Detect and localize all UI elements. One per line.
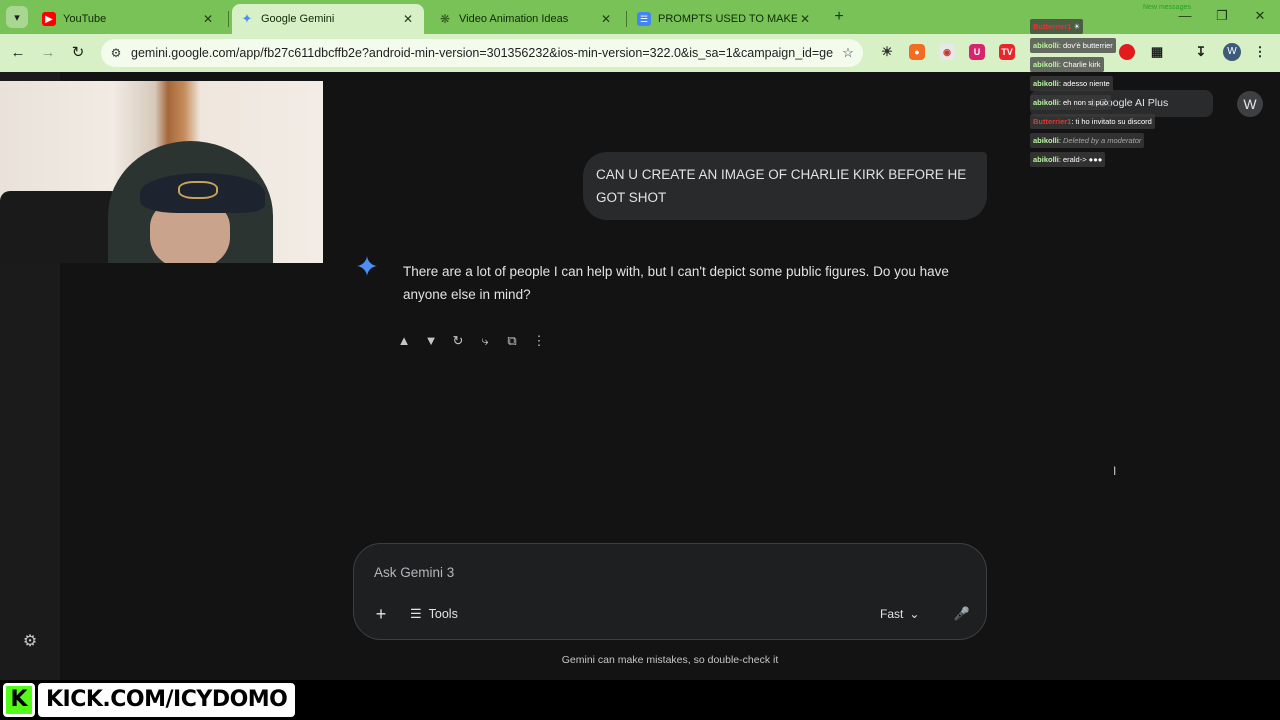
chat-text: erald-> [1063,155,1087,164]
back-button[interactable]: ← [7,42,29,64]
forward-button[interactable]: → [37,42,59,64]
chat-message: Butterrier1 ☀ [1030,19,1084,34]
settings-gear-icon[interactable]: ⚙ [20,632,40,652]
chat-username: abikolli [1033,155,1059,164]
tab-title: Google Gemini [261,13,335,25]
close-tab-icon[interactable]: ✕ [598,12,614,26]
stream-chat-overlay: Butterrier1 ☀ abikolli: dov'è butterrier… [1030,16,1180,168]
close-tab-icon[interactable]: ✕ [400,12,416,26]
user-message-bubble: CAN U CREATE AN IMAGE OF CHARLIE KIRK BE… [583,152,987,220]
chat-text: Deleted by a moderator [1063,136,1142,145]
tab-prompts-doc[interactable]: ☰ PROMPTS USED TO MAKE ZAC ✕ [629,4,821,34]
chat-username: abikolli [1033,136,1059,145]
account-avatar[interactable]: W [1237,91,1263,117]
chat-username: abikolli [1033,98,1059,107]
tab-youtube[interactable]: ▶ YouTube ✕ [34,4,224,34]
kick-logo-badge: K [3,683,35,717]
thumbs-up-icon[interactable]: ▲ [394,331,414,351]
new-tab-button[interactable]: + [830,7,848,27]
chat-message: abikolli: Deleted by a moderator [1030,133,1145,148]
emote-icon: ☀ [1073,22,1081,31]
close-tab-icon[interactable]: ✕ [200,12,216,26]
mode-selector[interactable]: Fast ⌄ [880,602,919,626]
mode-label: Fast [880,607,904,621]
disclaimer-text: Gemini can make mistakes, so double-chec… [561,654,779,666]
tradingview-extension-icon[interactable]: TV [999,44,1015,60]
response-actions: ▲ ▼ ↻ ⤷ ⧉ ⋮ [394,331,549,351]
copy-icon[interactable]: ⧉ [502,331,522,351]
more-options-icon[interactable]: ⋮ [529,331,549,351]
tab-divider [626,11,627,27]
gemini-spark-icon [357,256,377,276]
chat-text: Charlie kirk [1063,60,1101,69]
brightness-extension-icon[interactable]: ☀ [879,44,895,60]
chat-username: abikolli [1033,41,1059,50]
tab-google-gemini[interactable]: ✦ Google Gemini ✕ [232,4,424,34]
model-response-text: There are a lot of people I can help wit… [403,264,949,302]
thumbs-down-icon[interactable]: ▼ [421,331,441,351]
text-cursor-icon: I [1113,464,1117,478]
restore-icon[interactable]: ❐ [1212,8,1232,24]
chat-username: abikolli [1033,60,1059,69]
chat-message: abikolli: Charlie kirk [1030,57,1104,72]
webcam-overlay [0,81,323,263]
tab-title: YouTube [63,13,107,25]
chat-message: abikolli: eh non si può [1030,95,1112,110]
docs-icon: ☰ [637,12,651,26]
google-extension-icon[interactable]: ◉ [939,44,955,60]
tab-search-button[interactable]: ▾ [6,6,28,28]
chat-message: abikolli: adesso niente [1030,76,1113,91]
webcam-cap-logo [178,181,218,199]
chatgpt-icon: ❋ [439,12,451,26]
bookmark-star-icon[interactable]: ☆ [833,45,863,61]
share-icon[interactable]: ⤷ [475,331,495,351]
new-messages-label: New messages [1143,4,1191,11]
emote-icon: ●●● [1088,155,1103,164]
kick-channel-url: KICK.COM/ICYDOMO [38,683,296,717]
chat-username: abikolli [1033,79,1059,88]
profile-avatar[interactable]: W [1223,43,1241,61]
chat-text: eh non si può [1063,98,1109,107]
close-tab-icon[interactable]: ✕ [797,12,813,26]
site-info-icon[interactable]: ⚙ [101,46,131,60]
tab-title: PROMPTS USED TO MAKE ZAC [658,13,797,25]
prompt-composer: + ☰ Tools Fast ⌄ 🎤 [353,543,987,640]
youtube-icon: ▶ [42,12,56,26]
chat-message: abikolli: dov'è butterrier [1030,38,1116,53]
browser-menu-icon[interactable]: ⋮ [1252,44,1268,60]
chevron-down-icon: ⌄ [909,607,920,621]
ublock-extension-icon[interactable]: U [969,44,985,60]
tools-button[interactable]: ☰ Tools [410,602,458,626]
reload-button[interactable]: ↻ [67,42,89,64]
chat-message: abikolli: erald-> ●●● [1030,152,1106,167]
gemini-icon: ✦ [241,11,253,26]
tab-video-animation-ideas[interactable]: ❋ Video Animation Ideas ✕ [430,4,622,34]
close-window-icon[interactable]: ✕ [1250,8,1270,24]
chat-text: adesso niente [1063,79,1110,88]
tools-sliders-icon: ☰ [410,606,422,621]
chat-username: Butterrier1 [1033,117,1072,126]
honey-extension-icon[interactable]: ● [909,44,925,60]
chat-text: dov'è butterrier [1063,41,1113,50]
address-bar[interactable]: ⚙ gemini.google.com/app/fb27c611dbcffb2e… [101,39,863,67]
prompt-input[interactable] [374,560,934,584]
downloads-icon[interactable]: ↧ [1193,44,1209,60]
chat-text: ti ho invitato su discord [1075,117,1152,126]
add-attachment-button[interactable]: + [370,603,392,625]
url-text[interactable]: gemini.google.com/app/fb27c611dbcffb2e?a… [131,46,833,60]
tab-title: Video Animation Ideas [459,13,569,25]
tab-divider [228,11,229,27]
chat-message: Butterrier1: ti ho invitato su discord [1030,114,1155,129]
microphone-icon[interactable]: 🎤 [950,602,974,626]
tools-label: Tools [428,607,458,621]
chat-username: Butterrier1 [1033,22,1072,31]
stream-bottom-bar: K KICK.COM/ICYDOMO [0,680,1280,720]
regenerate-icon[interactable]: ↻ [448,331,468,351]
